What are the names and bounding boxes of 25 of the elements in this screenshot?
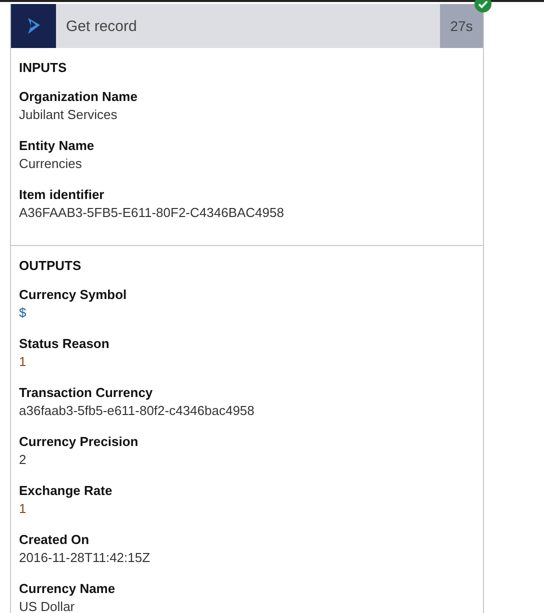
field-value: Currencies bbox=[19, 155, 83, 173]
field-label: Organization Name bbox=[19, 88, 138, 106]
field-label: Transaction Currency bbox=[19, 384, 154, 402]
field-value: 1 bbox=[19, 500, 28, 518]
field-label: Created On bbox=[19, 531, 90, 549]
field-value: 1 bbox=[19, 353, 28, 371]
duration-label: 27s bbox=[440, 4, 483, 48]
field-label: Currency Precision bbox=[19, 433, 140, 451]
field-label: Currency Symbol bbox=[19, 286, 128, 304]
field-value: 2016-11-28T11:42:15Z bbox=[19, 549, 152, 567]
field-label: Currency Name bbox=[19, 580, 116, 598]
field-value: $ bbox=[19, 304, 28, 322]
field-value: A36FAAB3-5FB5-E611-80F2-C4346BAC4958 bbox=[19, 204, 285, 222]
field-value: a36faab3-5fb5-e611-80f2-c4346bac4958 bbox=[19, 402, 256, 420]
field-label: Item identifier bbox=[19, 186, 106, 204]
field-label: Status Reason bbox=[19, 335, 110, 353]
field-value: Jubilant Services bbox=[19, 106, 118, 124]
field-label: Entity Name bbox=[19, 137, 96, 155]
field-value: 2 bbox=[19, 451, 28, 469]
field-value: US Dollar bbox=[19, 598, 76, 613]
field-label: Exchange Rate bbox=[19, 482, 114, 500]
section-heading: OUTPUTS bbox=[19, 258, 82, 273]
section-heading: INPUTS bbox=[19, 60, 68, 75]
dynamics-logo-icon bbox=[26, 17, 40, 35]
action-title: Get record bbox=[66, 18, 137, 34]
